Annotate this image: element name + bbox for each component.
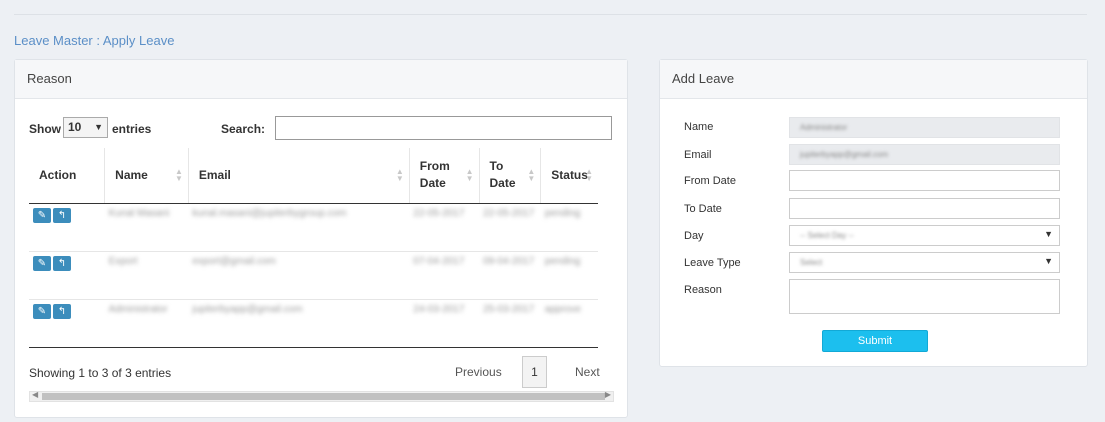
day-select[interactable]: -- Select Day -- ▼ xyxy=(789,225,1060,246)
reply-icon[interactable]: ↰ xyxy=(53,255,71,271)
day-label: Day xyxy=(684,230,704,242)
reason-panel: Reason Show 10 ▼ entries Search: Action … xyxy=(14,59,628,418)
col-name[interactable]: Name ▲ ▼ xyxy=(104,148,189,204)
breadcrumb[interactable]: Leave Master : Apply Leave xyxy=(14,33,174,48)
status-cell: pending xyxy=(540,251,598,300)
search-label: Search: xyxy=(221,122,266,136)
leave-type-select[interactable]: Select ▼ xyxy=(789,252,1060,273)
edit-icon[interactable]: ✎ xyxy=(33,255,51,271)
email-cell: kunal.masani@jupiterbygroup.com xyxy=(188,203,410,252)
entries-select-value: 10 xyxy=(68,120,82,134)
table-row: ✎ ↰ Export export@gmail.com 07-04-2017 09… xyxy=(29,251,598,300)
sort-icon: ▲ ▼ xyxy=(465,167,474,183)
leave-type-label: Leave Type xyxy=(684,257,741,269)
to-date-cell: 25-03-2017 xyxy=(479,299,541,348)
search-input[interactable] xyxy=(275,116,612,140)
previous-button[interactable]: Previous xyxy=(455,356,502,388)
email-label: Email xyxy=(684,149,712,161)
from-date-label: From Date xyxy=(684,175,736,187)
reason-textarea[interactable] xyxy=(789,279,1060,314)
email-cell: export@gmail.com xyxy=(188,251,410,300)
col-action: Action xyxy=(29,148,106,204)
from-date-field[interactable] xyxy=(789,170,1060,191)
caret-down-icon: ▼ xyxy=(1044,256,1053,266)
name-label: Name xyxy=(684,121,714,133)
reason-label: Reason xyxy=(684,284,722,296)
table-row: ✎ ↰ Administrator jupiterbyapp@gmail.com … xyxy=(29,299,598,348)
entries-label: entries xyxy=(112,122,152,136)
show-label: Show xyxy=(29,122,61,136)
entries-select[interactable]: 10 ▼ xyxy=(63,117,108,138)
from-date-cell: 07-04-2017 xyxy=(409,251,479,300)
edit-icon[interactable]: ✎ xyxy=(33,303,51,319)
edit-icon[interactable]: ✎ xyxy=(33,207,51,223)
status-cell: pending xyxy=(540,203,598,252)
reason-panel-title: Reason xyxy=(15,60,627,99)
from-date-cell: 22-05-2017 xyxy=(409,203,479,252)
table-row: ✎ ↰ Kunal Masani kunal.masani@jupiterbygr… xyxy=(29,203,598,252)
reply-icon[interactable]: ↰ xyxy=(53,207,71,223)
add-leave-panel: Add Leave Name Administrator Email jupit… xyxy=(659,59,1088,367)
col-from-date[interactable]: From Date ▲ ▼ xyxy=(409,148,480,204)
sort-icon: ▲ ▼ xyxy=(585,167,593,183)
from-date-cell: 24-03-2017 xyxy=(409,299,479,348)
top-divider xyxy=(14,14,1087,15)
caret-down-icon: ▼ xyxy=(94,122,103,132)
col-email[interactable]: Email ▲ ▼ xyxy=(188,148,410,204)
table-header-row: Action Name ▲ ▼ Email ▲ ▼ From Date ▲ ▼ To Dat… xyxy=(29,148,598,204)
leave-table: Action Name ▲ ▼ Email ▲ ▼ From Date ▲ ▼ To Dat… xyxy=(29,148,598,348)
action-cell: ✎ ↰ xyxy=(29,203,105,252)
submit-button[interactable]: Submit xyxy=(822,330,928,352)
name-field: Administrator xyxy=(789,117,1060,138)
col-to-date[interactable]: To Date ▲ ▼ xyxy=(479,148,542,204)
action-cell: ✎ ↰ xyxy=(29,251,105,300)
page-1-button[interactable]: 1 xyxy=(522,356,547,388)
name-cell: Export xyxy=(104,251,189,300)
sort-icon: ▲ ▼ xyxy=(527,167,536,183)
sort-icon: ▲ ▼ xyxy=(395,167,404,183)
to-date-field[interactable] xyxy=(789,198,1060,219)
add-leave-title: Add Leave xyxy=(660,60,1087,99)
col-status[interactable]: Status ▲ ▼ xyxy=(540,148,598,204)
reply-icon[interactable]: ↰ xyxy=(53,303,71,319)
sort-icon: ▲ ▼ xyxy=(174,167,183,183)
table-controls: Show 10 ▼ entries Search: xyxy=(29,116,613,142)
status-cell: approve xyxy=(540,299,598,348)
next-button[interactable]: Next xyxy=(575,356,600,388)
to-date-label: To Date xyxy=(684,203,722,215)
name-cell: Kunal Masani xyxy=(104,203,189,252)
email-cell: jupiterbyapp@gmail.com xyxy=(188,299,410,348)
table-info: Showing 1 to 3 of 3 entries xyxy=(29,366,172,380)
scrollbar-thumb[interactable] xyxy=(42,393,605,400)
to-date-cell: 22-05-2017 xyxy=(479,203,541,252)
horizontal-scrollbar[interactable]: ◀ ▶ xyxy=(29,390,614,402)
to-date-cell: 09-04-2017 xyxy=(479,251,541,300)
action-cell: ✎ ↰ xyxy=(29,299,105,348)
caret-down-icon: ▼ xyxy=(1044,229,1053,239)
scroll-right-icon[interactable]: ▶ xyxy=(605,390,611,399)
email-field: jupiterbyapp@gmail.com xyxy=(789,144,1060,165)
scroll-left-icon[interactable]: ◀ xyxy=(32,390,38,399)
name-cell: Administrator xyxy=(104,299,189,348)
